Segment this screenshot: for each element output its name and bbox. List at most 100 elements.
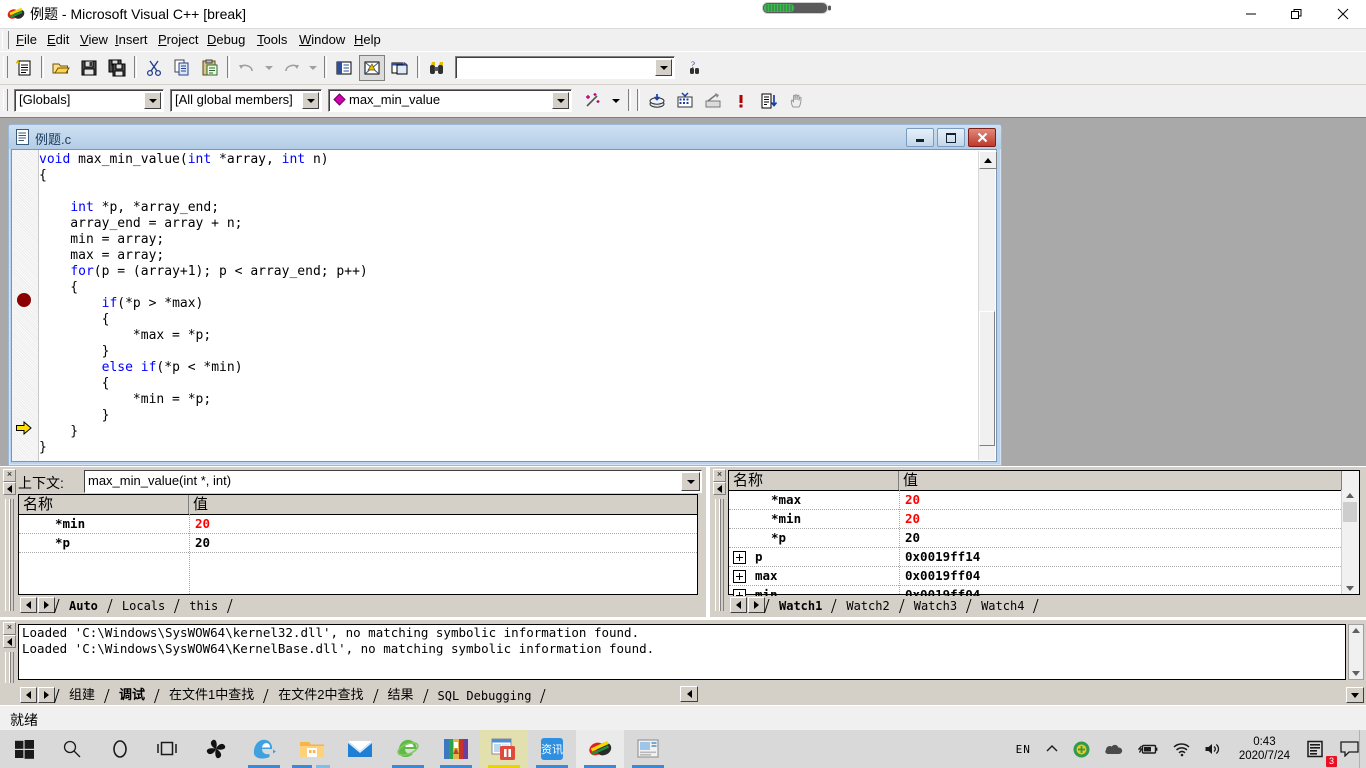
quickwatch-button[interactable] [784,88,810,114]
members-combo-arrow[interactable] [302,92,319,109]
variables-pane-close-button[interactable]: × [3,469,16,482]
network-tray-button[interactable] [1165,730,1197,768]
drag-handle[interactable] [5,652,14,683]
table-row[interactable]: *p 20 [729,529,1359,548]
output-tab-scroll-right-button[interactable] [680,686,698,702]
copy-button[interactable] [169,55,195,81]
start-button[interactable] [0,730,48,768]
scroll-thumb[interactable] [979,311,995,446]
restart-button[interactable] [644,88,670,114]
stop-debugging-button[interactable] [672,88,698,114]
break-marker-button[interactable] [728,88,754,114]
tab-scroll-left-button[interactable] [730,597,747,613]
break-execution-button[interactable] [700,88,726,114]
members-combo[interactable]: [All global members] [170,89,322,112]
minimize-button[interactable] [1228,0,1274,28]
editor-vertical-scrollbar[interactable] [978,151,997,460]
editor-minimize-button[interactable] [906,128,934,147]
output-pane-dock-button[interactable] [3,635,16,648]
editor-title-bar[interactable]: 例题.c [9,125,1001,149]
cortana-button[interactable] [96,730,144,768]
redo-button[interactable] [278,55,304,81]
find-in-files-button[interactable] [424,55,450,81]
battery-tray-button[interactable] [1131,730,1165,768]
watch-vertical-scrollbar[interactable] [1341,490,1359,594]
chevron-up-icon[interactable] [1352,628,1360,633]
tab-this[interactable]: this [182,598,225,613]
search-button[interactable] [48,730,96,768]
drag-handle[interactable] [715,499,724,611]
menu-edit[interactable]: Edit [42,31,74,51]
context-combo[interactable]: max_min_value(int *, int) [84,470,702,493]
editor-restore-button[interactable] [937,128,965,147]
menu-file[interactable]: File [11,31,42,51]
tab-auto[interactable]: Auto [62,598,105,613]
pinned-file-explorer[interactable] [288,730,336,768]
menu-view[interactable]: View [75,31,113,51]
watch-pane-close-button[interactable]: × [713,469,726,482]
variables-grid[interactable]: 名称 值 *min 20 *p 20 [18,494,698,595]
function-combo[interactable]: max_min_value [328,89,572,112]
globals-combo-arrow[interactable] [144,92,161,109]
toolbar-grip[interactable] [3,56,8,78]
pinned-mail[interactable] [336,730,384,768]
security-tray-button[interactable] [1066,730,1097,768]
menu-drag-grip[interactable] [2,31,9,49]
running-visual-cpp[interactable] [576,730,624,768]
column-header-value[interactable]: 值 [189,495,697,514]
table-row[interactable]: *p 20 [19,534,697,553]
show-next-statement-button[interactable] [756,88,782,114]
globals-combo[interactable]: [Globals] [14,89,164,112]
scroll-thumb[interactable] [1343,502,1357,522]
show-desktop-button[interactable] [1359,730,1366,768]
table-row[interactable]: *max 20 [729,491,1359,510]
menu-window[interactable]: Window [294,31,350,51]
table-row[interactable]: *min 20 [729,510,1359,529]
tab-find-in-files-1[interactable]: 在文件1中查找 [162,683,261,703]
drag-handle[interactable] [5,499,14,611]
tab-locals[interactable]: Locals [115,598,172,613]
column-header-name[interactable]: 名称 [729,471,899,490]
pinned-winrar[interactable] [432,730,480,768]
tab-watch3[interactable]: Watch3 [907,598,964,613]
expand-toggle-icon[interactable] [733,551,746,564]
table-row[interactable]: p 0x0019ff14 [729,548,1359,567]
ime-indicator[interactable]: EN [1009,730,1038,768]
workspace-button[interactable] [331,55,357,81]
tab-watch2[interactable]: Watch2 [839,598,896,613]
wizardbar-grip[interactable] [3,89,8,111]
output-window-button[interactable] [359,55,385,81]
pinned-app-pinwheel[interactable] [192,730,240,768]
output-scroll-down-button[interactable] [1346,687,1364,703]
running-media-player[interactable] [480,730,528,768]
tab-sql-debugging[interactable]: SQL Debugging [431,688,539,703]
running-presentation-app[interactable] [624,730,672,768]
running-news-app[interactable]: 资讯 [528,730,576,768]
menu-debug[interactable]: Debug [202,31,250,51]
watch-grid[interactable]: 名称 值 *max 20 *min 20 *p 20 p 0x0019ff14 [728,470,1360,605]
find-help-button[interactable]: ? [683,55,709,81]
output-pane-close-button[interactable]: × [3,622,16,635]
find-combo-arrow[interactable] [655,59,672,76]
source-code-text[interactable]: void max_min_value(int *array, int n) { … [39,152,978,461]
tab-debug[interactable]: 调试 [112,683,152,703]
editor-gutter[interactable] [12,150,39,461]
editor-close-button[interactable] [968,128,996,147]
scroll-up-button[interactable] [979,151,997,169]
chevron-down-icon[interactable] [1346,586,1354,591]
onedrive-tray-button[interactable] [1097,730,1131,768]
variables-pane-dock-button[interactable] [3,482,16,495]
close-button[interactable] [1320,0,1366,28]
tab-watch4[interactable]: Watch4 [974,598,1031,613]
menu-insert[interactable]: Insert [110,31,153,51]
redo-dropdown-button[interactable] [306,55,320,81]
save-button[interactable] [76,55,102,81]
expand-toggle-icon[interactable] [733,570,746,583]
clock[interactable]: 0:43 2020/7/24 [1229,730,1300,768]
notifications-button[interactable]: 3 [1300,730,1337,768]
function-combo-arrow[interactable] [552,92,569,109]
pinned-edge[interactable] [240,730,288,768]
chevron-up-icon[interactable] [1346,493,1354,498]
column-header-name[interactable]: 名称 [19,495,189,514]
tab-results[interactable]: 结果 [381,683,421,703]
